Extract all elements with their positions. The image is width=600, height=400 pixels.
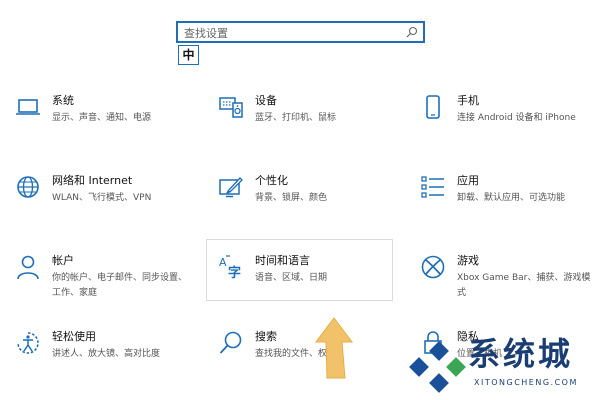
- svg-text:字: 字: [228, 265, 241, 280]
- tile-title: 个性化: [255, 174, 288, 187]
- tile-time-language[interactable]: A字 时间和语言 语音、区域、日期: [218, 254, 398, 302]
- tile-title: 搜索: [255, 330, 277, 343]
- keyboard-speaker-icon: [218, 94, 244, 120]
- pointer-arrow-icon: [315, 317, 353, 379]
- search-box[interactable]: [176, 21, 425, 43]
- language-icon: A字: [218, 254, 244, 280]
- person-icon: [15, 254, 41, 280]
- magnifier-icon: [218, 330, 244, 356]
- tile-desc: 蓝牙、打印机、鼠标: [255, 113, 337, 123]
- tile-desc: 卸载、默认应用、可选功能: [457, 193, 566, 203]
- tile-desc: 连接 Android 设备和 iPhone: [457, 113, 576, 123]
- tile-network[interactable]: 网络和 Internet WLAN、飞行模式、VPN: [15, 174, 195, 222]
- tile-title: 轻松使用: [52, 330, 96, 343]
- ease-of-access-icon: [15, 330, 41, 356]
- tile-desc: WLAN、飞行模式、VPN: [52, 193, 152, 203]
- tile-personalization[interactable]: 个性化 背景、锁屏、颜色: [218, 174, 398, 222]
- tile-title: 时间和语言: [255, 254, 310, 267]
- tile-apps[interactable]: 应用 卸载、默认应用、可选功能: [420, 174, 600, 222]
- tile-ease-of-access[interactable]: 轻松使用 讲述人、放大镜、高对比度: [15, 330, 195, 378]
- globe-icon: [15, 174, 41, 200]
- paint-brush-screen-icon: [218, 174, 244, 200]
- tile-title: 手机: [457, 94, 479, 107]
- laptop-icon: [15, 94, 41, 120]
- tile-accounts[interactable]: 帐户 你的帐户、电子邮件、同步设置、工作、家庭: [15, 254, 195, 302]
- phone-icon: [420, 94, 446, 120]
- tile-title: 游戏: [457, 254, 479, 267]
- search-icon[interactable]: [406, 26, 418, 38]
- tile-desc: 你的帐户、电子邮件、同步设置、工作、家庭: [52, 273, 188, 298]
- tile-title: 网络和 Internet: [52, 174, 133, 187]
- tile-desc: 讲述人、放大镜、高对比度: [52, 349, 161, 359]
- svg-text:A: A: [219, 256, 227, 269]
- watermark-logo-icon: [409, 341, 466, 393]
- tile-desc: 显示、声音、通知、电源: [52, 113, 152, 123]
- tile-desc: 背景、锁屏、颜色: [255, 193, 328, 203]
- tile-desc: 语音、区域、日期: [255, 273, 328, 283]
- tile-title: 系统: [52, 94, 74, 107]
- tile-title: 应用: [457, 174, 479, 187]
- tile-search[interactable]: 搜索 查找我的文件、权限: [218, 330, 398, 378]
- tile-title: 设备: [255, 94, 277, 107]
- watermark-url: XITONGCHENG.COM: [474, 378, 578, 387]
- watermark-brand: 系统城: [468, 335, 574, 373]
- tile-system[interactable]: 系统 显示、声音、通知、电源: [15, 94, 195, 142]
- tile-title: 帐户: [52, 254, 74, 267]
- ime-indicator[interactable]: 中: [178, 45, 199, 65]
- app-list-icon: [420, 174, 446, 200]
- tile-devices[interactable]: 设备 蓝牙、打印机、鼠标: [218, 94, 398, 142]
- xbox-icon: [420, 254, 446, 280]
- tile-gaming[interactable]: 游戏 Xbox Game Bar、捕获、游戏模式: [420, 254, 600, 302]
- search-input[interactable]: [184, 25, 404, 41]
- tile-desc: Xbox Game Bar、捕获、游戏模式: [457, 273, 591, 298]
- tile-phone[interactable]: 手机 连接 Android 设备和 iPhone: [420, 94, 600, 142]
- watermark: 系统城 XITONGCHENG.COM: [408, 332, 600, 400]
